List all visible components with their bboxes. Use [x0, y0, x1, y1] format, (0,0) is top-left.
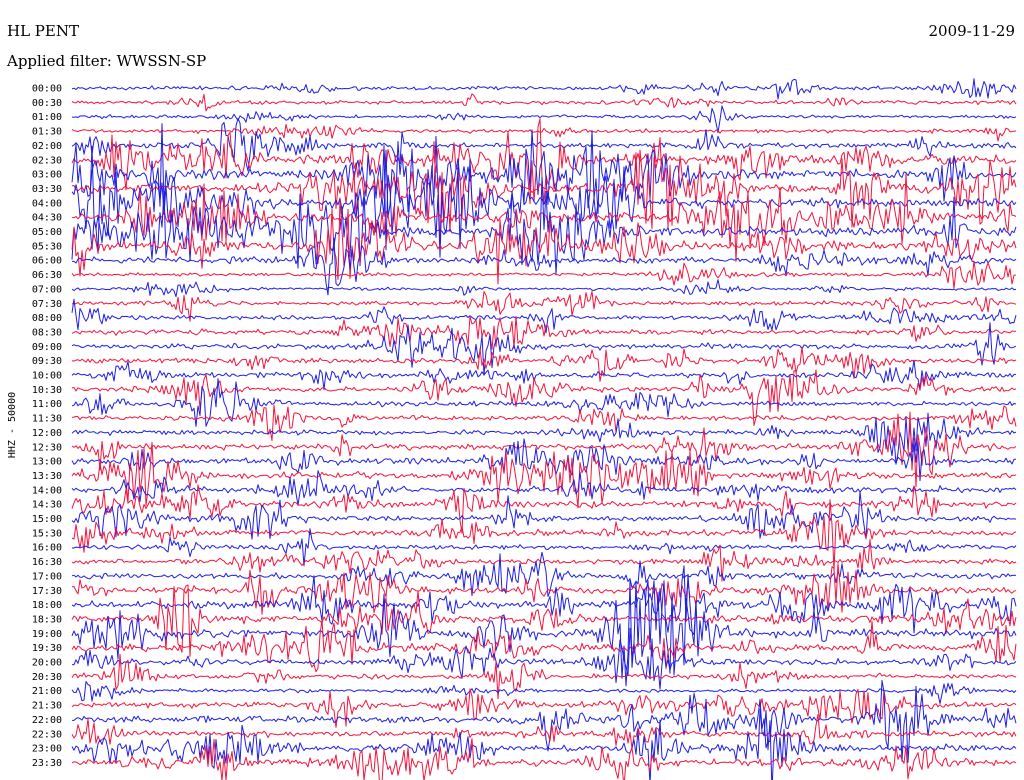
- trace-line: [71, 681, 1017, 704]
- time-tick-label: 15:00: [32, 514, 62, 525]
- time-tick-label: 03:30: [32, 184, 62, 195]
- time-tick-label: 21:30: [32, 701, 62, 712]
- trace-line: [71, 279, 1017, 298]
- time-tick-label: 17:30: [32, 586, 62, 597]
- time-tick-label: 01:00: [32, 112, 62, 123]
- time-tick-label: 13:00: [32, 457, 62, 468]
- time-tick-label: 18:30: [32, 614, 62, 625]
- y-axis-label: HHZ - 50000: [7, 392, 18, 458]
- time-tick-label: 00:30: [32, 98, 62, 109]
- time-tick-label: 19:00: [32, 629, 62, 640]
- helicorder-plot: 00:00 00:30 01:00 01:30 02:00 02:30 03:00 03:30…: [7, 78, 1017, 780]
- time-tick-label: 09:30: [32, 356, 62, 367]
- trace-group: [71, 78, 1017, 780]
- seismogram-page: HL PENT Applied filter: WWSSN-SP 2009-11…: [0, 0, 1024, 780]
- time-tick-label: 15:30: [32, 528, 62, 539]
- trace-line: [71, 738, 1017, 780]
- time-tick-label: 18:00: [32, 600, 62, 611]
- time-tick-label: 23:00: [32, 744, 62, 755]
- trace-line: [71, 260, 1017, 289]
- trace-line: [71, 412, 1017, 465]
- time-tick-label: 22:00: [32, 715, 62, 726]
- trace-line: [71, 563, 1017, 615]
- time-tick-label: 07:00: [32, 284, 62, 295]
- time-tick-label: 22:30: [32, 729, 62, 740]
- time-tick-label: 00:00: [32, 84, 62, 95]
- time-tick-label: 20:30: [32, 672, 62, 683]
- time-tick-label: 17:00: [32, 571, 62, 582]
- time-tick-label: 03:00: [32, 170, 62, 181]
- trace-line: [71, 78, 1017, 100]
- time-tick-label: 07:30: [32, 299, 62, 310]
- trace-line: [71, 619, 1017, 673]
- time-tick-label: 12:30: [32, 442, 62, 453]
- time-tick-label: 04:30: [32, 213, 62, 224]
- trace-line: [71, 484, 1017, 534]
- time-tick-label: 06:30: [32, 270, 62, 281]
- time-tick-label: 08:00: [32, 313, 62, 324]
- time-tick-label: 14:00: [32, 485, 62, 496]
- time-tick-label: 16:30: [32, 557, 62, 568]
- time-tick-label: 08:30: [32, 327, 62, 338]
- time-tick-label: 23:30: [32, 758, 62, 769]
- trace-line: [71, 551, 1017, 597]
- time-tick-label: 10:30: [32, 385, 62, 396]
- time-tick-label: 20:00: [32, 658, 62, 669]
- trace-line: [71, 438, 1017, 482]
- time-tick-label: 05:00: [32, 227, 62, 238]
- time-tick-label: 05:30: [32, 241, 62, 252]
- time-tick-label: 02:00: [32, 141, 62, 152]
- time-tick-label: 11:30: [32, 414, 62, 425]
- time-tick-label: 12:00: [32, 428, 62, 439]
- trace-line: [71, 378, 1017, 427]
- time-tick-label: 02:30: [32, 155, 62, 166]
- trace-line: [71, 290, 1017, 322]
- time-tick-label: 13:30: [32, 471, 62, 482]
- time-tick-label: 11:00: [32, 399, 62, 410]
- time-tick-label: 21:00: [32, 686, 62, 697]
- trace-line: [71, 123, 1017, 142]
- time-tick-label: 04:00: [32, 198, 62, 209]
- time-tick-label: 06:00: [32, 256, 62, 267]
- trace-line: [71, 197, 1017, 285]
- time-tick-label: 16:00: [32, 543, 62, 554]
- time-tick-label: 09:00: [32, 342, 62, 353]
- time-tick-label: 19:30: [32, 643, 62, 654]
- trace-line: [71, 93, 1017, 112]
- time-tick-label: 01:30: [32, 127, 62, 138]
- time-tick-label: 10:00: [32, 371, 62, 382]
- tick-label-group: 00:00 00:30 01:00 01:30 02:00 02:30 03:00 03:30…: [32, 84, 62, 769]
- time-tick-label: 14:30: [32, 500, 62, 511]
